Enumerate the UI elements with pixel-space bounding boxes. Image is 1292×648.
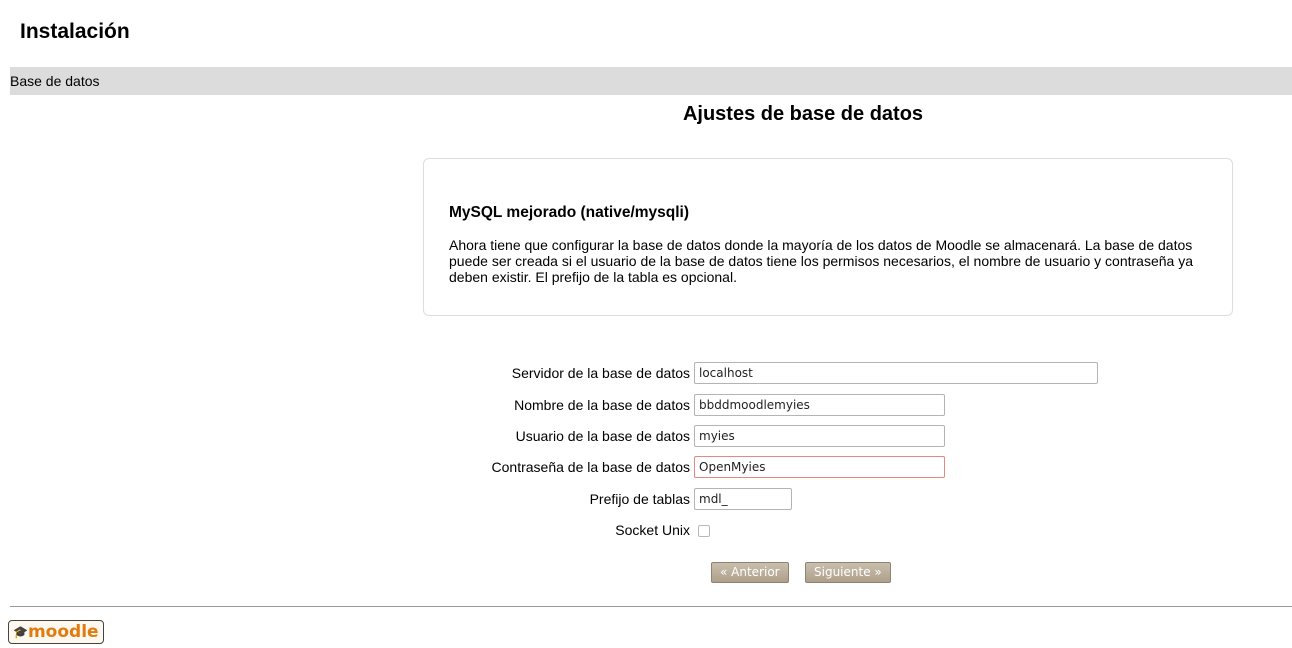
socket-checkbox[interactable] xyxy=(698,525,710,537)
prefix-row: Prefijo de tablas xyxy=(0,488,1292,512)
dbuser-label: Usuario de la base de datos xyxy=(515,428,690,444)
dbpass-label: Contraseña de la base de datos xyxy=(491,459,690,475)
logo-text: moodle xyxy=(27,622,99,642)
navbar: Base de datos xyxy=(10,67,1292,95)
dbname-label: Nombre de la base de datos xyxy=(514,397,690,413)
section-title: Ajustes de base de datos xyxy=(682,103,924,125)
db-description: Ahora tiene que configurar la base de da… xyxy=(449,237,1193,285)
install-page: Instalación Base de datos Ajustes de bas… xyxy=(0,0,1292,648)
socket-label: Socket Unix xyxy=(615,522,690,538)
next-button[interactable]: Siguiente » xyxy=(805,562,891,583)
dbuser-row: Usuario de la base de datos xyxy=(0,425,1292,449)
dbhost-label: Servidor de la base de datos xyxy=(511,365,690,381)
prefix-input[interactable] xyxy=(694,488,792,510)
prefix-label: Prefijo de tablas xyxy=(589,491,690,507)
footer-divider xyxy=(10,606,1292,607)
dbhost-input[interactable] xyxy=(694,362,1098,384)
info-box: MySQL mejorado (native/mysqli) Ahora tie… xyxy=(423,158,1233,316)
moodle-logo[interactable]: 🎓moodle xyxy=(8,620,104,644)
graduation-cap-icon: 🎓 xyxy=(13,625,28,639)
previous-button[interactable]: « Anterior xyxy=(711,562,789,583)
page-heading: Instalación xyxy=(20,20,130,43)
dbuser-input[interactable] xyxy=(694,425,945,447)
socket-row: Socket Unix xyxy=(0,519,1292,543)
dbpass-row: Contraseña de la base de datos xyxy=(0,456,1292,480)
dbpass-input[interactable] xyxy=(694,456,945,478)
breadcrumb: Base de datos xyxy=(10,73,100,89)
dbhost-row: Servidor de la base de datos xyxy=(0,362,1292,386)
dbname-input[interactable] xyxy=(694,394,945,416)
db-driver-title: MySQL mejorado (native/mysqli) xyxy=(449,204,690,221)
dbname-row: Nombre de la base de datos xyxy=(0,394,1292,418)
